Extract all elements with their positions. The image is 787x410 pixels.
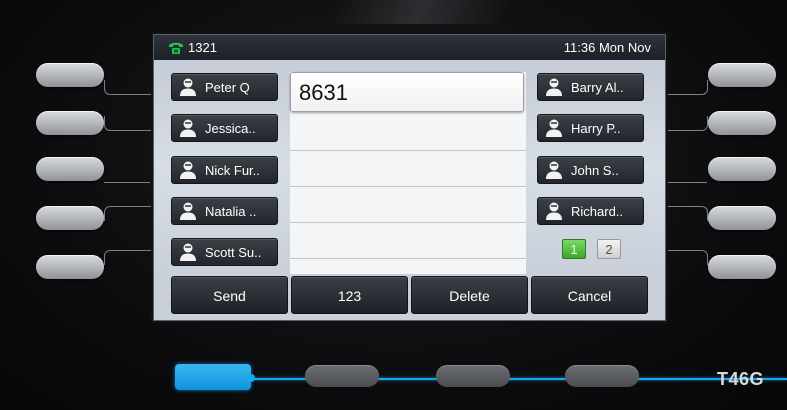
status-bar: 1321 11:36 Mon Nov [154,35,665,60]
contact-person-icon [180,243,196,261]
physical-softkey-4[interactable] [565,365,639,387]
contact-key-right-4[interactable]: Richard.. [537,197,644,225]
contact-name: Harry P.. [571,120,621,136]
contact-person-icon [180,119,196,137]
contact-person-icon [180,78,196,96]
line-key-left-5[interactable] [36,255,104,279]
physical-softkey-3[interactable] [436,365,510,387]
entry-divider [290,222,526,223]
page-1-button[interactable]: 1 [562,239,586,259]
bezel-shine [325,0,515,24]
connector-left-4 [104,206,151,221]
contact-person-icon [546,161,562,179]
line-key-right-3[interactable] [708,157,776,181]
input-mode-button[interactable]: 123 [291,276,408,314]
contact-key-left-5[interactable]: Scott Su.. [171,238,278,266]
contact-person-icon [546,119,562,137]
delete-button[interactable]: Delete [411,276,528,314]
contact-name: Barry Al.. [571,79,624,95]
cancel-button[interactable]: Cancel [531,276,648,314]
contact-name: Richard.. [571,203,624,219]
contact-person-icon [546,202,562,220]
contact-name: Jessica.. [205,120,256,136]
dial-number-input[interactable]: 8631 [290,72,524,112]
dial-entry-panel: 8631 [290,72,526,274]
contact-key-left-2[interactable]: Jessica.. [171,114,278,142]
phone-screen: 1321 11:36 Mon Nov Peter Q Jessica.. Nic… [153,34,666,321]
contact-name: John S.. [571,162,619,178]
softkey-bar: Send 123 Delete Cancel [154,274,665,320]
contact-key-right-2[interactable]: Harry P.. [537,114,644,142]
contact-key-left-4[interactable]: Natalia .. [171,197,278,225]
contact-key-left-3[interactable]: Nick Fur.. [171,156,278,184]
model-label: T46G [717,369,765,389]
line-key-left-3[interactable] [36,157,104,181]
physical-softkey-2[interactable] [305,365,379,387]
contact-key-left-1[interactable]: Peter Q [171,73,278,101]
phone-handset-icon [169,42,183,54]
line-indicator: 1321 [168,40,217,55]
entry-divider [290,258,526,259]
connector-left-3 [104,168,150,183]
line-key-right-2[interactable] [708,111,776,135]
line-key-right-4[interactable] [708,206,776,230]
connector-left-5 [104,250,151,265]
entry-divider [290,186,526,187]
connector-right-5 [663,250,708,265]
connector-right-3 [663,168,707,183]
status-datetime: 11:36 Mon Nov [563,40,651,55]
page-2-button[interactable]: 2 [597,239,621,259]
contact-person-icon [180,202,196,220]
dial-content: Peter Q Jessica.. Nick Fur.. Natalia .. … [154,60,665,274]
line-key-left-4[interactable] [36,206,104,230]
connector-left-2 [104,116,151,131]
line-key-left-1[interactable] [36,63,104,87]
contact-name: Peter Q [205,79,250,95]
line-key-left-2[interactable] [36,111,104,135]
contact-name: Nick Fur.. [205,162,260,178]
contact-person-icon [180,161,196,179]
line-number: 1321 [188,40,217,55]
contact-key-right-3[interactable]: John S.. [537,156,644,184]
send-button[interactable]: Send [171,276,288,314]
contact-person-icon [546,78,562,96]
connector-right-4 [663,206,708,221]
line-key-right-1[interactable] [708,63,776,87]
contact-name: Scott Su.. [205,244,262,260]
entry-divider [290,150,526,151]
contact-key-right-1[interactable]: Barry Al.. [537,73,644,101]
connector-right-1 [663,80,708,95]
line-key-right-5[interactable] [708,255,776,279]
contact-name: Natalia .. [205,203,257,219]
connector-left-1 [104,80,151,95]
connector-right-2 [663,116,708,131]
physical-softkey-1[interactable] [175,364,251,390]
